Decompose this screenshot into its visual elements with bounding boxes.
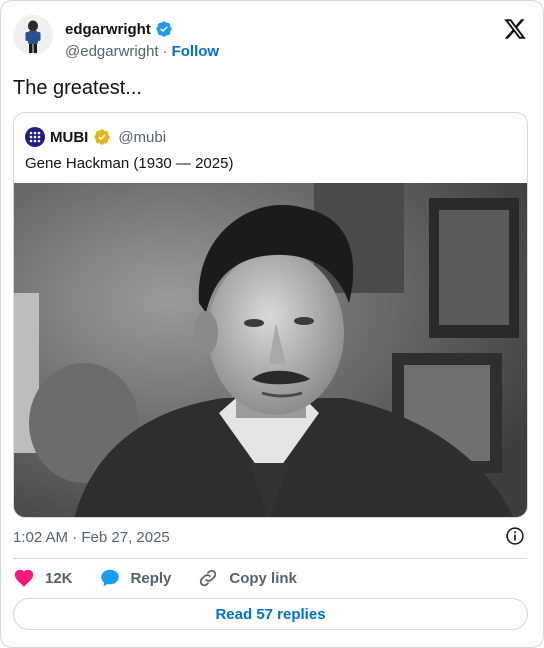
x-logo-icon[interactable] xyxy=(503,17,527,41)
author-handle[interactable]: @edgarwright xyxy=(65,43,159,60)
follow-button[interactable]: Follow xyxy=(172,43,220,60)
reply-label: Reply xyxy=(130,569,172,587)
author-display-name[interactable]: edgarwright xyxy=(65,21,151,38)
link-icon xyxy=(200,569,217,587)
info-icon[interactable] xyxy=(505,526,525,546)
author-handle-row: @edgarwright · Follow xyxy=(65,43,219,60)
verified-badge-icon xyxy=(156,21,172,37)
reply-bubble-icon xyxy=(100,569,119,587)
quoted-handle: @mubi xyxy=(118,128,167,146)
verified-gold-badge-icon xyxy=(94,129,111,145)
quoted-header: MUBI @mubi xyxy=(25,127,166,147)
copy-link-button[interactable]: Copy link xyxy=(197,567,297,589)
mubi-logo-icon xyxy=(25,127,45,147)
tweet-card: edgarwright @edgarwright · Follow The gr… xyxy=(0,0,544,648)
mubi-dots-icon xyxy=(29,131,41,143)
tweet-text: The greatest... xyxy=(13,77,142,99)
copy-link-label: Copy link xyxy=(229,569,297,587)
handle-separator: · xyxy=(162,43,168,60)
divider xyxy=(13,558,527,559)
like-button[interactable]: 12K xyxy=(13,567,73,589)
quoted-photo[interactable] xyxy=(14,183,528,518)
tweet-timestamp[interactable]: 1:02 AM · Feb 27, 2025 xyxy=(13,529,170,546)
quoted-text: Gene Hackman (1930 — 2025) xyxy=(25,155,234,172)
reply-button[interactable]: Reply xyxy=(99,567,172,589)
heart-icon xyxy=(14,569,34,587)
read-replies-button[interactable]: Read 57 replies xyxy=(13,598,528,630)
quoted-display-name: MUBI xyxy=(50,128,89,146)
avatar-illustration xyxy=(13,15,53,55)
author-name-row: edgarwright xyxy=(65,20,173,38)
quoted-tweet[interactable]: MUBI @mubi Gene Hackman (1930 — 2025) xyxy=(13,112,528,518)
action-bar: 12K Reply Copy link xyxy=(13,567,323,589)
author-avatar[interactable] xyxy=(13,15,53,55)
like-count: 12K xyxy=(45,569,73,587)
